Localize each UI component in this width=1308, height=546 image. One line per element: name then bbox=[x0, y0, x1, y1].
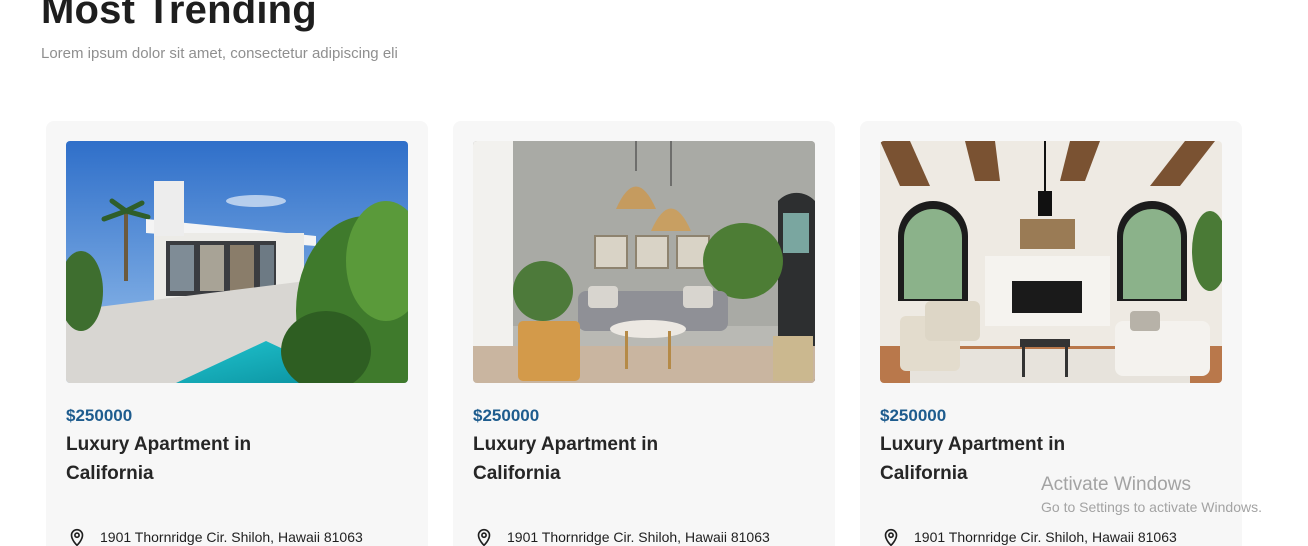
property-address: 1901 Thornridge Cir. Shiloh, Hawaii 8106… bbox=[880, 526, 1177, 546]
activate-windows-watermark: Activate Windows Go to Settings to activ… bbox=[1041, 473, 1262, 517]
property-photo[interactable] bbox=[66, 141, 408, 383]
watermark-hint: Go to Settings to activate Windows. bbox=[1041, 499, 1262, 515]
section-subtitle: Lorem ipsum dolor sit amet, consectetur … bbox=[41, 45, 398, 62]
property-title[interactable]: Luxury Apartment in California bbox=[66, 430, 276, 488]
property-address: 1901 Thornridge Cir. Shiloh, Hawaii 8106… bbox=[473, 526, 770, 546]
location-pin-icon bbox=[477, 528, 491, 546]
property-price: $250000 bbox=[473, 406, 540, 425]
trending-page: Most Trending Lorem ipsum dolor sit amet… bbox=[0, 0, 1308, 546]
property-price: $250000 bbox=[66, 406, 133, 425]
property-card[interactable]: $250000 Luxury Apartment in California 1… bbox=[46, 121, 428, 546]
property-card[interactable]: $250000 Luxury Apartment in California 1… bbox=[453, 121, 835, 546]
location-pin-icon bbox=[884, 528, 898, 546]
watermark-title: Activate Windows bbox=[1041, 474, 1191, 495]
section-title: Most Trending bbox=[41, 0, 317, 32]
property-photo[interactable] bbox=[880, 141, 1222, 383]
property-address: 1901 Thornridge Cir. Shiloh, Hawaii 8106… bbox=[66, 526, 363, 546]
property-address-text: 1901 Thornridge Cir. Shiloh, Hawaii 8106… bbox=[507, 529, 770, 545]
property-title[interactable]: Luxury Apartment in California bbox=[473, 430, 683, 488]
property-price: $250000 bbox=[880, 406, 947, 425]
location-pin-icon bbox=[70, 528, 84, 546]
property-photo[interactable] bbox=[473, 141, 815, 383]
property-address-text: 1901 Thornridge Cir. Shiloh, Hawaii 8106… bbox=[100, 529, 363, 545]
property-address-text: 1901 Thornridge Cir. Shiloh, Hawaii 8106… bbox=[914, 529, 1177, 545]
